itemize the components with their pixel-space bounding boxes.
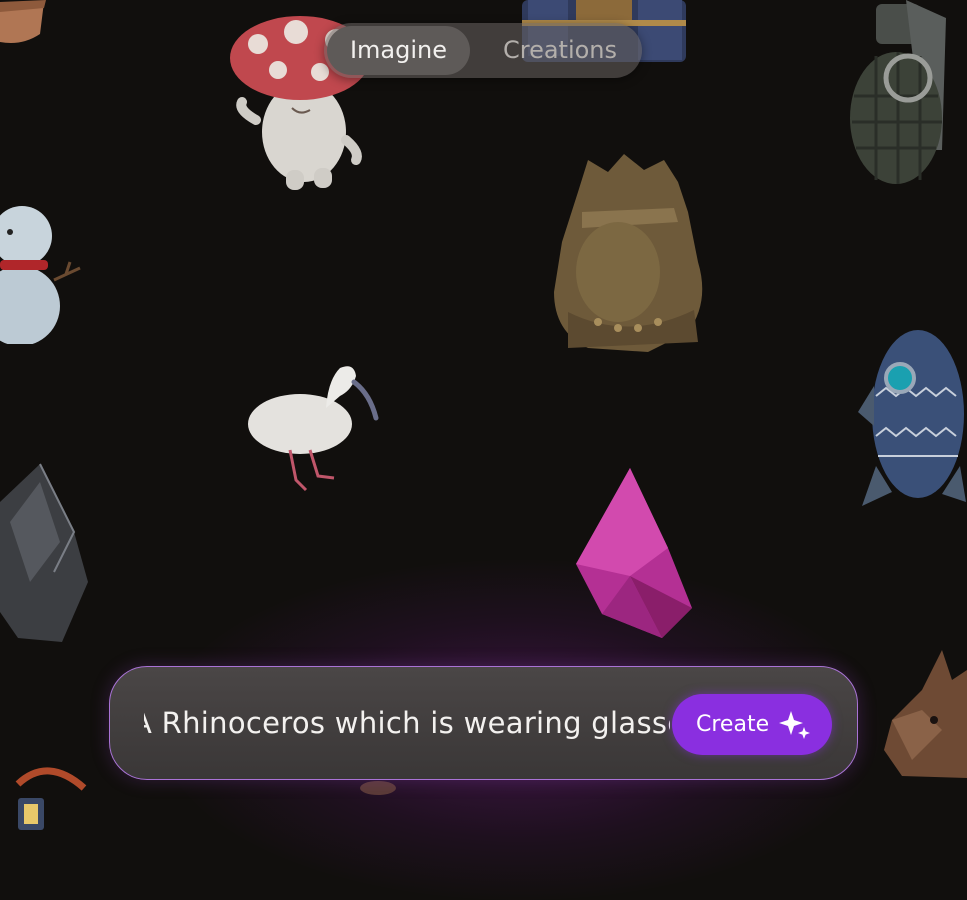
create-button-label: Create	[696, 712, 770, 737]
potted-plant-model[interactable]	[0, 0, 50, 46]
sparkle-icon	[779, 709, 811, 745]
tab-imagine[interactable]: Imagine	[327, 26, 470, 75]
lantern-model[interactable]	[8, 762, 90, 834]
small-figure-model[interactable]	[356, 778, 400, 798]
prompt-input[interactable]	[144, 701, 670, 745]
create-button[interactable]: Create	[672, 694, 832, 755]
view-toggle: Imagine Creations	[324, 23, 642, 78]
prompt-bar: Create	[109, 666, 858, 780]
ghost-crystal-model[interactable]	[0, 462, 92, 646]
dragon-head-model[interactable]	[882, 650, 967, 778]
patterned-rocket-model[interactable]	[856, 316, 967, 514]
white-ibis-model[interactable]	[244, 360, 382, 496]
magenta-crystal-model[interactable]	[572, 464, 696, 644]
tab-creations[interactable]: Creations	[484, 26, 636, 75]
snowman-model[interactable]	[0, 196, 84, 344]
bronze-bust-model[interactable]	[548, 152, 712, 356]
hand-grenade-model[interactable]	[846, 0, 950, 188]
